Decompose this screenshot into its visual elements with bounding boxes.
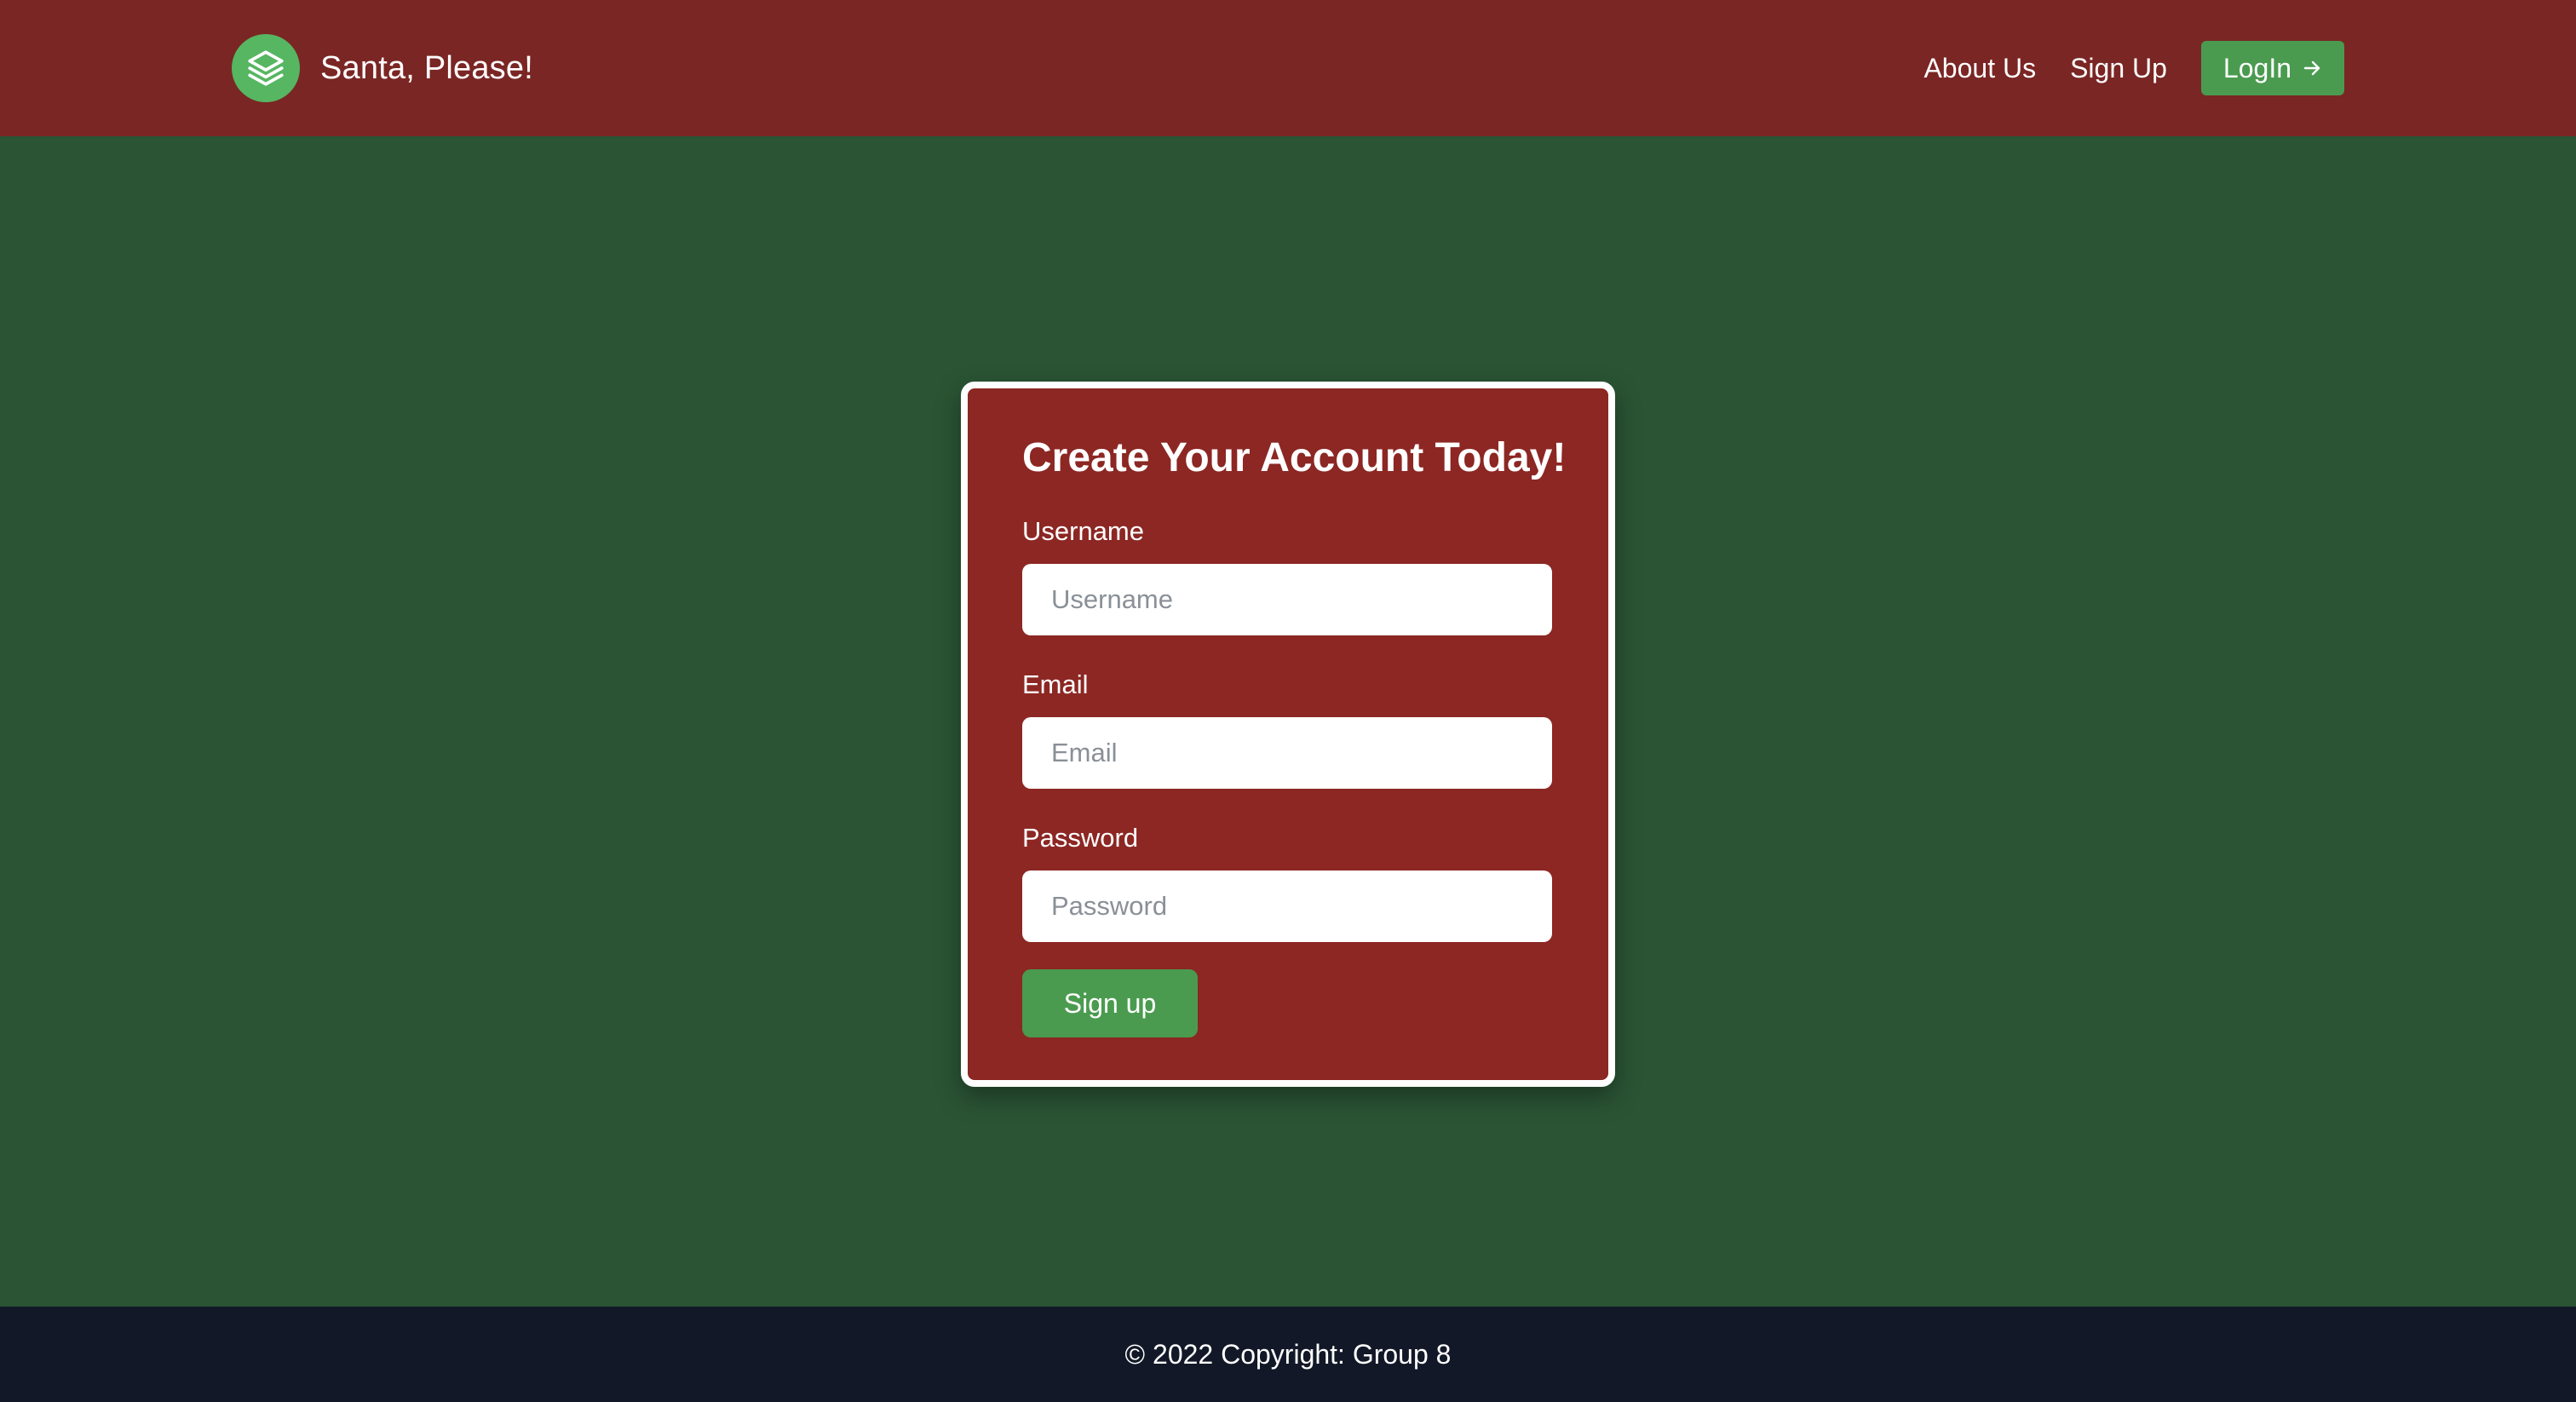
email-input[interactable] <box>1022 717 1552 789</box>
navbar: Santa, Please! About Us Sign Up LogIn <box>0 0 2576 136</box>
username-label: Username <box>1022 516 1144 546</box>
password-label: Password <box>1022 823 1139 853</box>
email-label: Email <box>1022 669 1089 699</box>
login-button[interactable]: LogIn <box>2200 41 2344 95</box>
stack-layers-icon <box>232 34 300 102</box>
login-button-label: LogIn <box>2222 52 2291 83</box>
brand-link[interactable]: Santa, Please! <box>232 34 533 102</box>
footer: © 2022 Copyright: Group 8 <box>0 1307 2576 1402</box>
password-input[interactable] <box>1022 871 1552 942</box>
nav-menu: About Us Sign Up LogIn <box>1889 41 2344 95</box>
username-input[interactable] <box>1022 564 1552 635</box>
about-us-link[interactable]: About Us <box>1923 53 2036 84</box>
arrow-right-icon <box>2303 60 2320 76</box>
brand-name: Santa, Please! <box>320 49 533 86</box>
sign-up-link[interactable]: Sign Up <box>2070 53 2167 84</box>
sign-up-submit-button[interactable]: Sign up <box>1022 969 1198 1037</box>
copyright-text: © 2022 Copyright: Group 8 <box>1124 1338 1452 1370</box>
form-title: Create Your Account Today! <box>1022 435 1567 480</box>
signup-form-card: Create Your Account Today! Username Emai… <box>961 382 1615 1087</box>
